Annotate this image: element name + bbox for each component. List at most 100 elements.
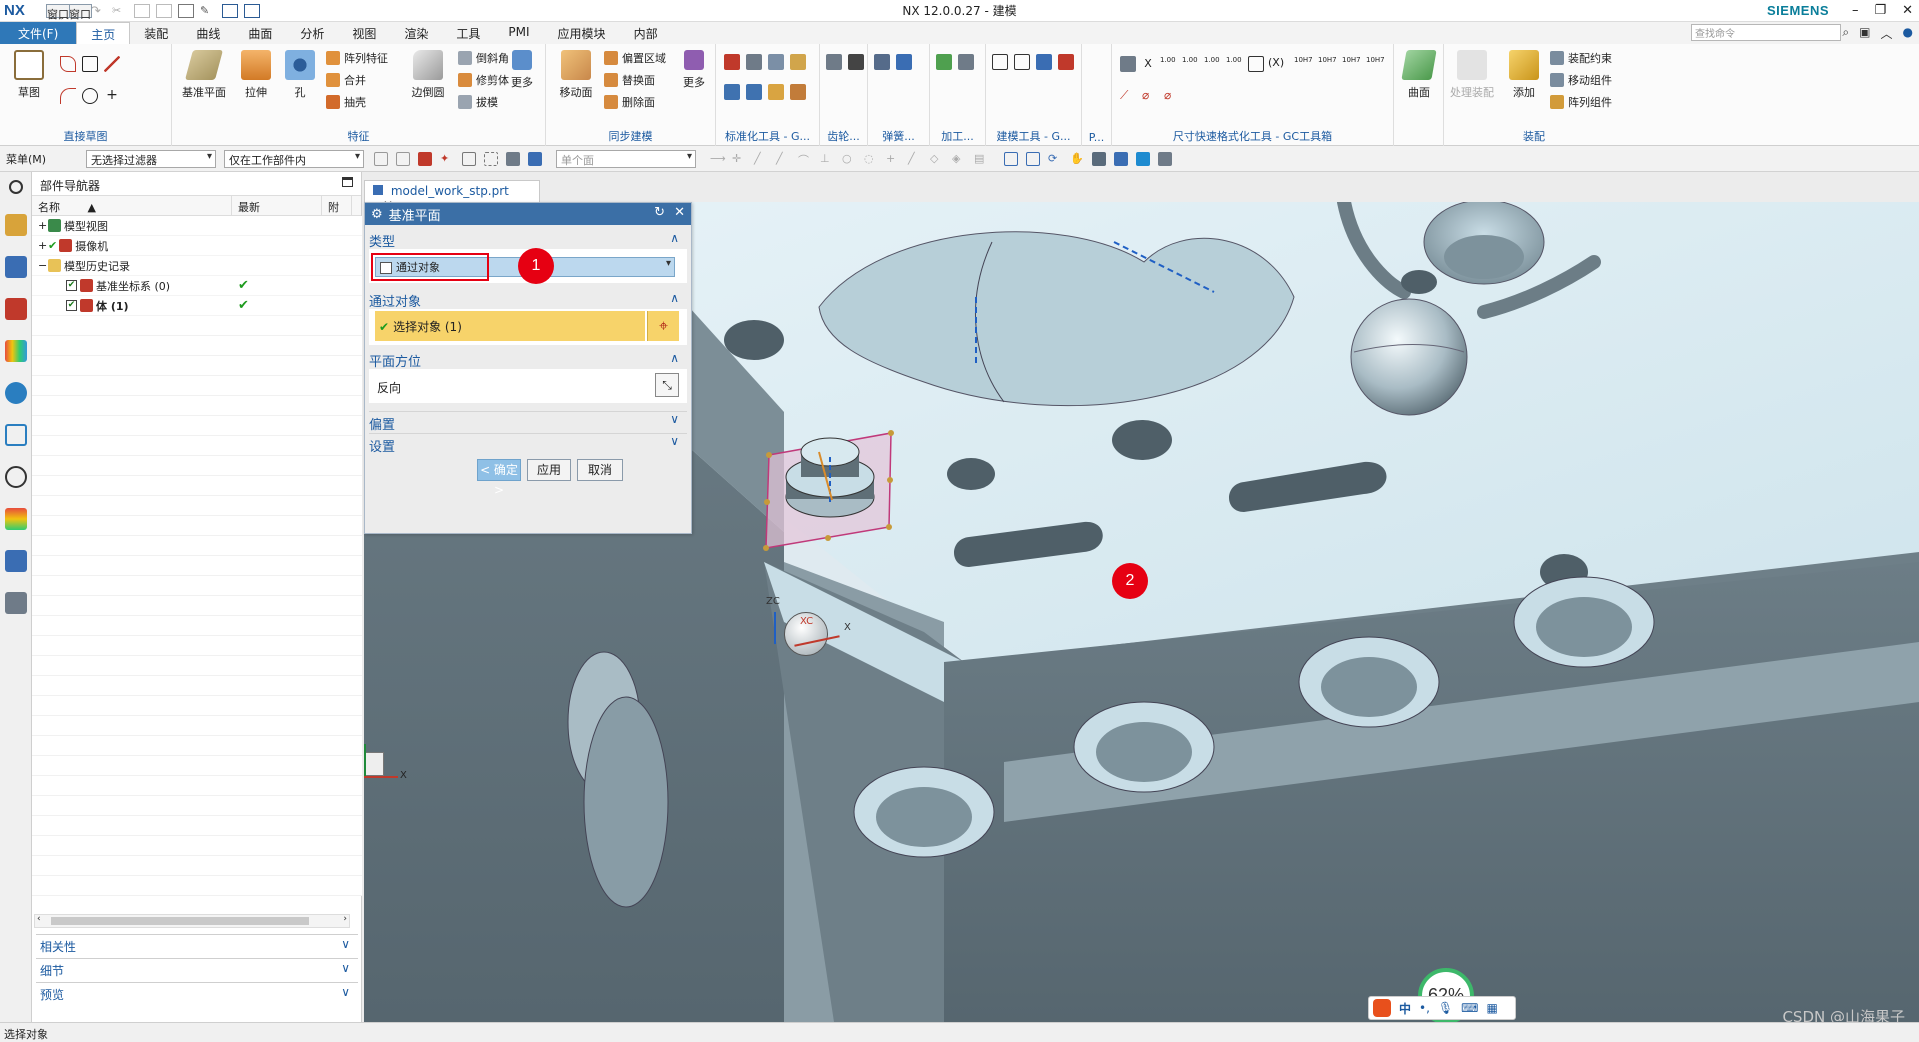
details-panel[interactable]: 细节 ∨ <box>36 958 358 980</box>
move-face-button[interactable]: 移动面 <box>552 50 600 100</box>
dim-label-9[interactable]: 10H7 <box>1366 56 1386 72</box>
document-tab[interactable]: model_work_stp.prt ✕ <box>364 180 540 212</box>
replace-face-button[interactable]: 替换面 <box>604 72 655 88</box>
snap-point-icon[interactable]: ✛ <box>732 152 746 166</box>
cancel-button[interactable]: 取消 <box>577 459 623 481</box>
dim-label-5[interactable]: (X) <box>1268 56 1290 72</box>
clock-icon[interactable] <box>4 466 27 488</box>
reuse-library-icon[interactable] <box>4 340 27 362</box>
std-part-icon[interactable] <box>724 54 740 70</box>
std-part-icon[interactable] <box>746 84 762 100</box>
touch-mode-icon[interactable]: ✎ <box>200 4 216 18</box>
repeat-command-icon[interactable] <box>178 3 194 18</box>
extrude-button[interactable]: 拉伸 <box>232 50 280 100</box>
offset-section-header[interactable]: 偏置 ∨ <box>369 411 687 433</box>
tab-home[interactable]: 主页 <box>76 22 131 44</box>
minimize-icon[interactable]: – <box>1852 3 1859 18</box>
settings-section-header[interactable]: 设置 ∨ <box>369 433 687 455</box>
command-search-input[interactable]: 查找命令 <box>1691 24 1841 41</box>
snap-point-icon[interactable]: + <box>886 152 900 166</box>
expand-icon[interactable]: + <box>38 219 48 232</box>
column-latest[interactable]: 最新 <box>232 196 322 215</box>
cut-icon[interactable]: ✂ <box>112 4 128 18</box>
select-object-row[interactable]: ✔ 选择对象 (1) <box>375 311 645 341</box>
machining-icon[interactable] <box>958 54 974 70</box>
render-style-icon[interactable] <box>1092 151 1106 166</box>
collapse-icon[interactable]: − <box>38 259 48 272</box>
select-filter-icon[interactable] <box>528 151 542 166</box>
std-part-icon[interactable] <box>768 84 784 100</box>
line-icon[interactable] <box>104 56 120 72</box>
dim-tool-icon[interactable]: ⟋ <box>1120 88 1136 104</box>
dim-tool-icon[interactable] <box>1120 56 1136 72</box>
edge-blend-button[interactable]: 边倒圆 <box>404 50 452 100</box>
work-csys[interactable]: XC X ZC <box>754 592 854 662</box>
restore-icon[interactable]: ❐ <box>1874 3 1886 18</box>
face-rule-select[interactable]: 单个面 <box>556 149 696 168</box>
dim-tool-icon[interactable]: ⌀ <box>1164 88 1180 104</box>
move-component-button[interactable]: 移动组件 <box>1550 72 1612 88</box>
tree-row-cameras[interactable]: + ✔ 摄像机 <box>32 236 362 256</box>
expand-icon[interactable]: + <box>38 239 48 252</box>
dim-label-7[interactable]: 10H7 <box>1318 56 1338 72</box>
ime-menu-icon[interactable]: ▦ <box>1486 1001 1497 1015</box>
ok-button[interactable]: < 确定 > <box>477 459 521 497</box>
machining-icon[interactable] <box>936 54 952 70</box>
assembly-navigator-icon[interactable] <box>4 214 27 236</box>
input-method-toolbar[interactable]: 中 •, 🎙 ⌨ ▦ <box>1368 996 1516 1020</box>
system-scene-icon[interactable] <box>4 592 27 614</box>
profile-icon[interactable] <box>60 56 76 72</box>
microphone-icon[interactable]: 🎙 <box>1438 1001 1453 1015</box>
circle-icon[interactable] <box>82 88 98 104</box>
pattern-component-button[interactable]: 阵列组件 <box>1550 94 1612 110</box>
visibility-checkbox[interactable]: ✔ <box>66 280 77 291</box>
arc-icon[interactable] <box>60 88 76 104</box>
paste-icon[interactable] <box>156 3 172 18</box>
tab-pmi[interactable]: PMI <box>494 22 543 44</box>
window-icon[interactable] <box>244 3 260 18</box>
close-icon[interactable]: ✕ <box>674 205 685 220</box>
dim-tool-icon[interactable]: ⌀ <box>1142 88 1158 104</box>
dim-label-2[interactable]: 1.00 <box>1182 56 1200 72</box>
close-icon[interactable]: ✕ <box>1902 3 1913 18</box>
maximize-icon[interactable] <box>342 177 353 187</box>
shell-button[interactable]: 抽壳 <box>326 94 366 110</box>
select-filter-icon[interactable] <box>462 151 476 166</box>
dim-tool-icon[interactable] <box>1248 56 1264 72</box>
select-object-crosshair-button[interactable]: ⌖ <box>647 311 679 341</box>
tab-analysis[interactable]: 分析 <box>286 22 338 44</box>
redo-icon[interactable]: ↷ <box>90 4 106 19</box>
snap-point-icon[interactable]: ╱ <box>754 152 768 166</box>
visibility-checkbox[interactable]: ✔ <box>66 300 77 311</box>
snap-icon[interactable] <box>374 151 388 166</box>
add-component-button[interactable]: 添加 <box>1500 50 1548 100</box>
tab-view[interactable]: 视图 <box>338 22 390 44</box>
reverse-direction-button[interactable]: ⤡ <box>655 373 679 397</box>
gear-icon[interactable] <box>826 54 842 70</box>
collapse-ribbon-icon[interactable]: ︿ <box>1881 25 1893 42</box>
std-part-icon[interactable] <box>746 54 762 70</box>
scroll-right-icon[interactable]: › <box>343 914 347 924</box>
modeling-tool-icon[interactable] <box>1036 54 1052 70</box>
point-icon[interactable]: + <box>104 88 120 104</box>
scroll-thumb[interactable] <box>51 917 309 925</box>
snap-icon[interactable] <box>396 151 410 166</box>
dim-label-8[interactable]: 10H7 <box>1342 56 1362 72</box>
tab-render[interactable]: 渲染 <box>390 22 442 44</box>
web-browser-icon[interactable] <box>4 382 27 404</box>
help-icon[interactable]: ● <box>1903 25 1913 42</box>
dialog-title-bar[interactable]: ⚙ 基准平面 ↻ ✕ <box>365 203 691 225</box>
std-part-icon[interactable] <box>724 84 740 100</box>
tab-tools[interactable]: 工具 <box>442 22 494 44</box>
edit-section-icon[interactable] <box>1136 151 1150 166</box>
ribbon-options-icon[interactable]: ▣ <box>1859 25 1870 42</box>
offset-region-button[interactable]: 偏置区域 <box>604 50 666 66</box>
snap-point-icon[interactable]: ⊥ <box>820 152 834 166</box>
dim-label-6[interactable]: 10H7 <box>1294 56 1314 72</box>
more-feature-button[interactable]: 更多 <box>502 50 542 90</box>
snap-point-icon[interactable]: ╱ <box>908 152 922 166</box>
history-icon[interactable] <box>4 424 27 446</box>
spring-icon[interactable] <box>874 54 890 70</box>
rectangle-icon[interactable] <box>82 56 98 72</box>
part-navigator-icon[interactable] <box>4 298 27 320</box>
